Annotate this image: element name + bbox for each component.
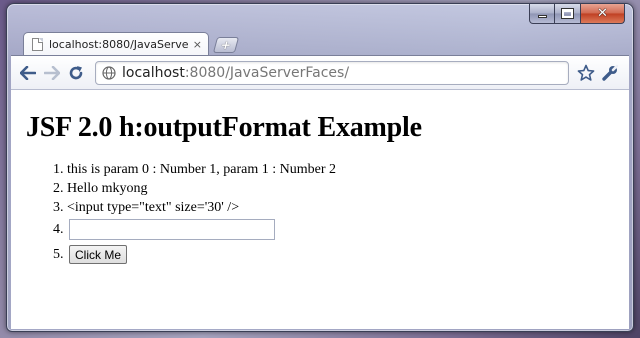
settings-button[interactable]	[599, 62, 621, 84]
list-item: <input type="text" size='30' />	[67, 198, 629, 217]
reload-icon	[69, 65, 83, 79]
star-icon	[577, 64, 595, 81]
plus-icon: +	[219, 38, 233, 52]
url-host: localhost	[122, 64, 185, 81]
new-tab-button[interactable]: +	[212, 37, 240, 53]
tab-javaserverfaces[interactable]: localhost:8080/JavaServer... ×	[23, 32, 209, 56]
maximize-button[interactable]	[555, 4, 581, 24]
back-arrow-icon	[20, 65, 36, 80]
bookmark-button[interactable]	[575, 62, 597, 84]
list-item: this is param 0 : Number 1, param 1 : Nu…	[67, 160, 629, 179]
page-title: JSF 2.0 h:outputFormat Example	[26, 112, 422, 143]
page-content: JSF 2.0 h:outputFormat Example this is p…	[11, 89, 629, 329]
minimize-icon	[537, 15, 547, 18]
tab-title: localhost:8080/JavaServer...	[49, 38, 189, 51]
list-item: Hello mkyong	[67, 179, 629, 198]
page-icon	[32, 38, 43, 51]
address-bar[interactable]: localhost:8080/JavaServerFaces/	[95, 60, 569, 85]
reload-button[interactable]	[65, 62, 87, 84]
close-icon: ✕	[597, 6, 608, 21]
example-list: this is param 0 : Number 1, param 1 : Nu…	[11, 160, 629, 267]
list-item	[67, 217, 629, 242]
minimize-button[interactable]	[529, 4, 555, 24]
list-item: Click Me	[67, 242, 629, 267]
wrench-icon	[602, 64, 619, 81]
back-button[interactable]	[17, 62, 39, 84]
url-path: :8080/JavaServerFaces/	[184, 64, 350, 81]
close-window-button[interactable]: ✕	[581, 4, 625, 24]
tab-strip: localhost:8080/JavaServer... × +	[23, 30, 240, 56]
forward-button[interactable]	[41, 62, 63, 84]
browser-window: ✕ localhost:8080/JavaServer... × + local…	[6, 3, 634, 332]
text-input[interactable]	[69, 219, 275, 241]
browser-toolbar: localhost:8080/JavaServerFaces/	[11, 55, 629, 89]
globe-icon	[102, 65, 116, 80]
window-caption-buttons: ✕	[529, 4, 625, 24]
tab-close-icon[interactable]: ×	[193, 38, 202, 51]
forward-arrow-icon	[44, 65, 60, 80]
maximize-icon	[562, 9, 573, 18]
click-me-button[interactable]: Click Me	[69, 245, 128, 265]
